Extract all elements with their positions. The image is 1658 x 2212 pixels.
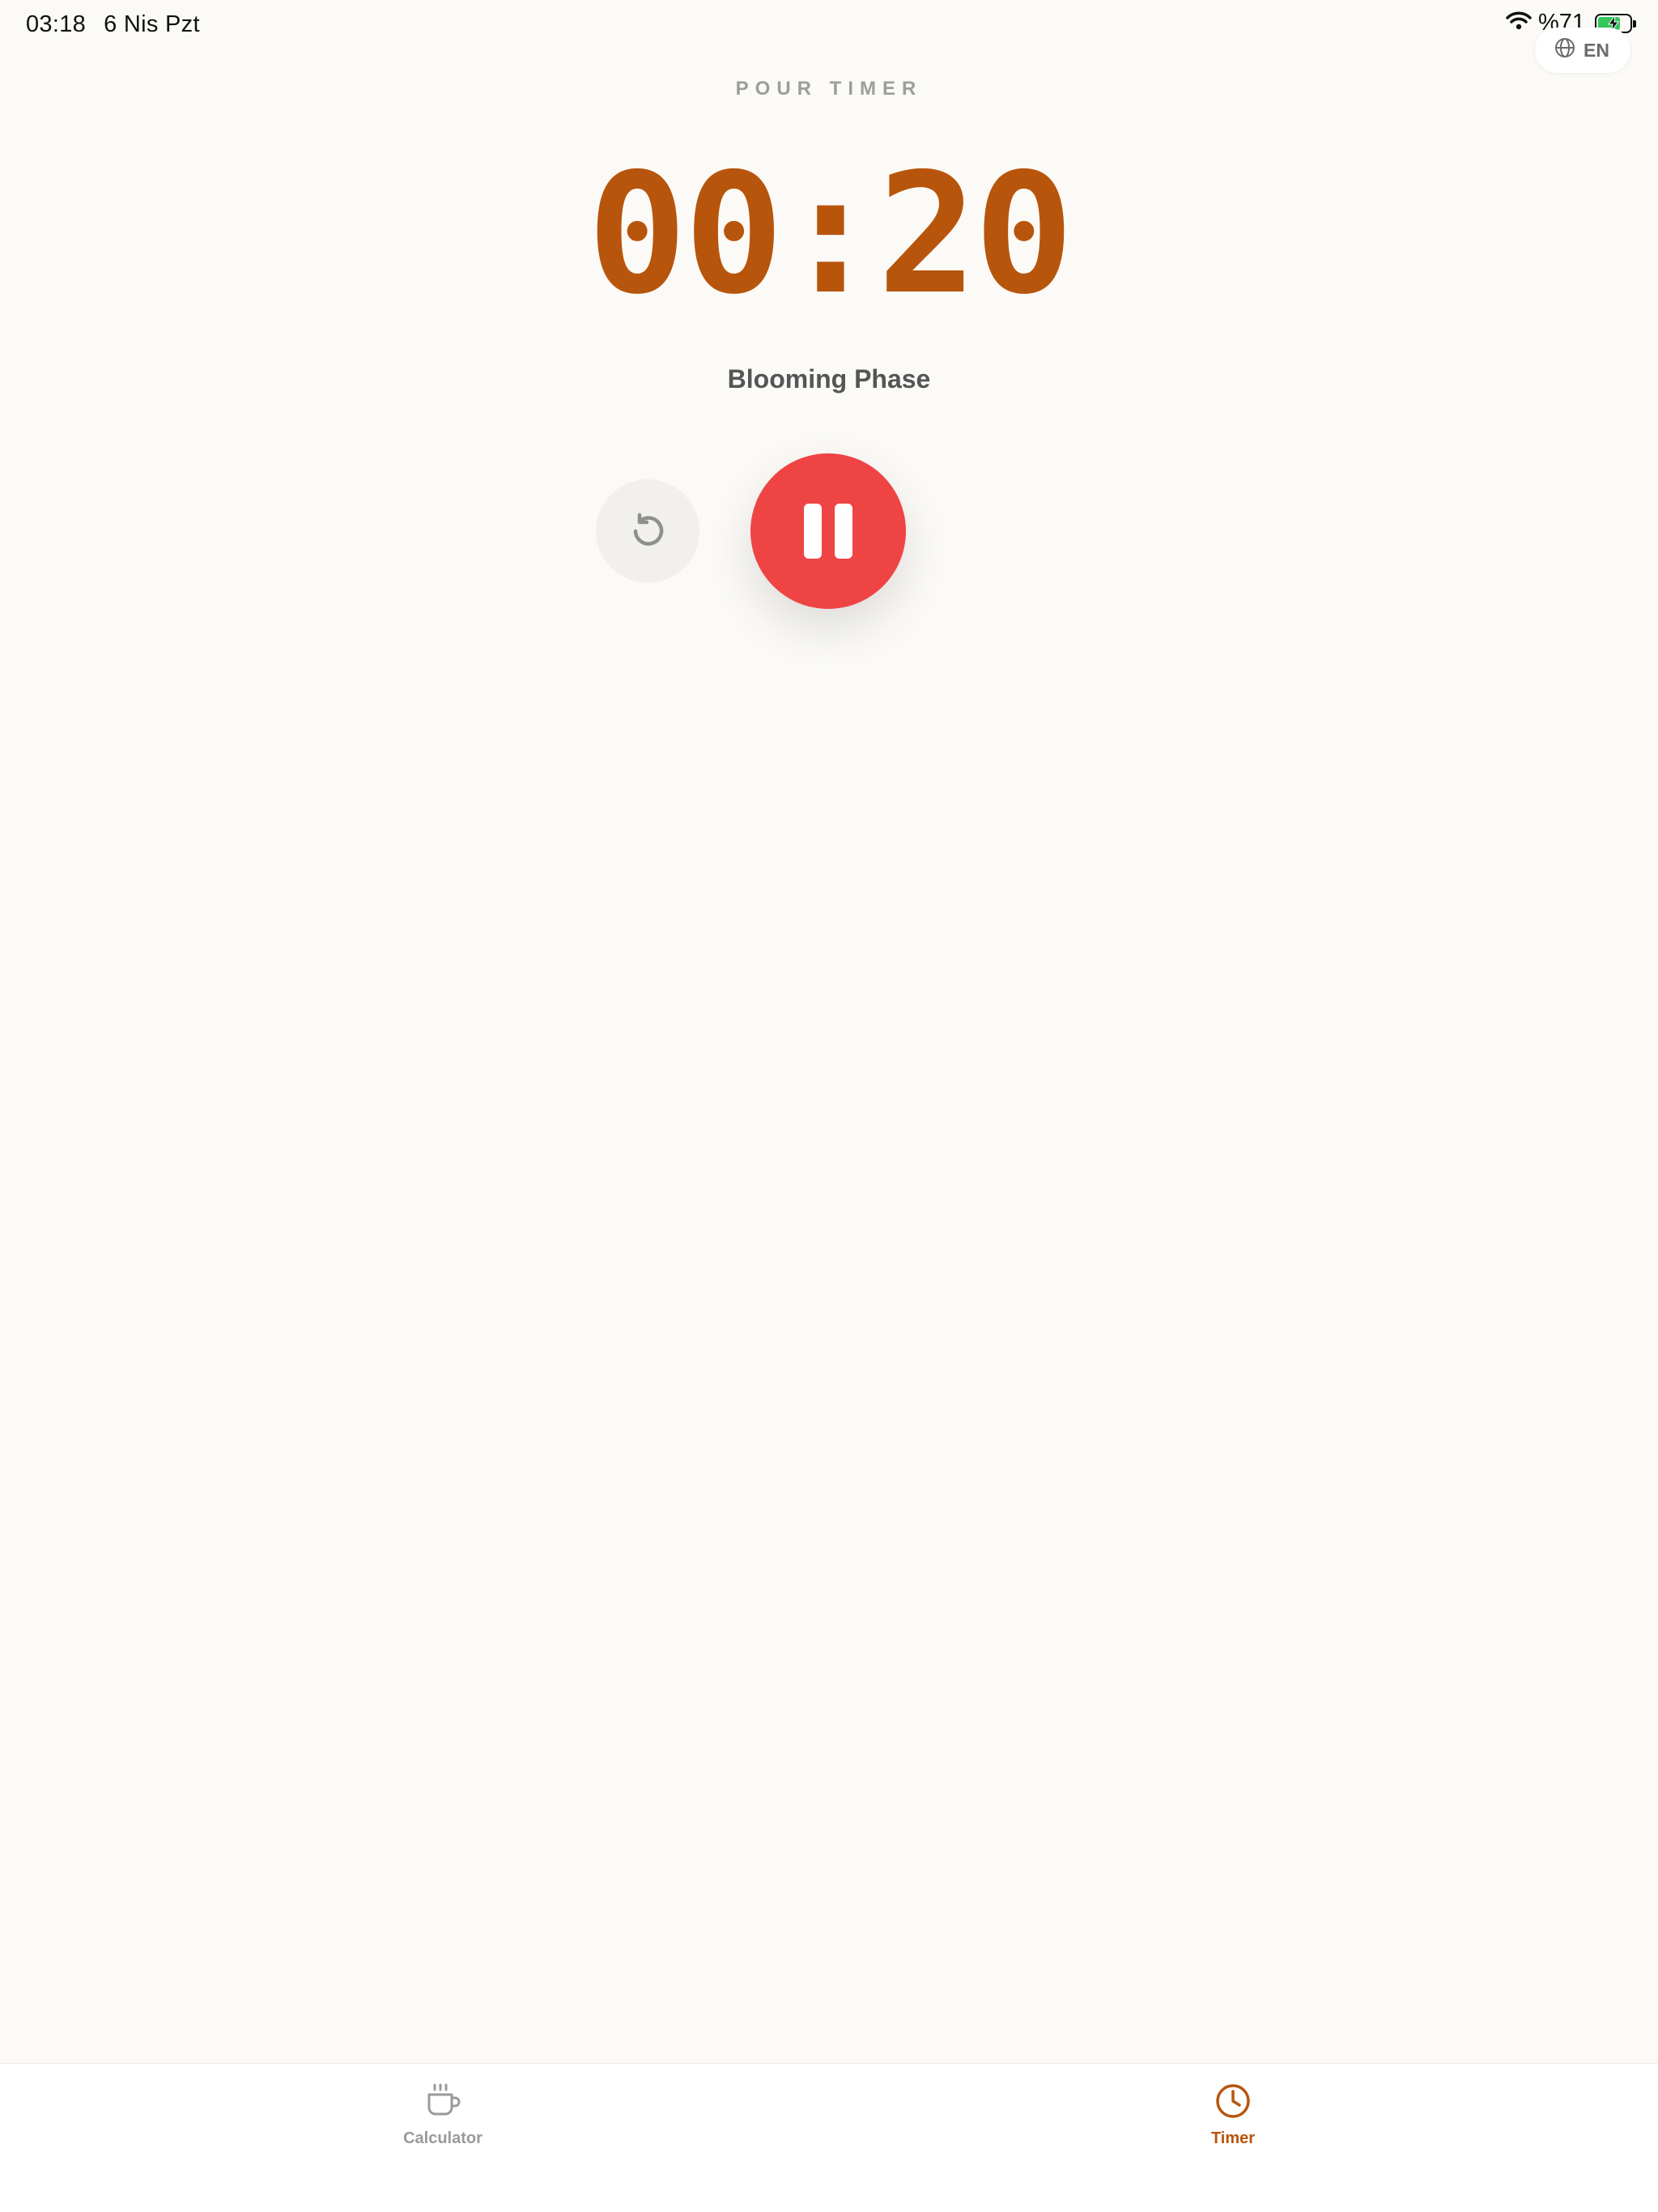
status-date: 6 Nis Pzt — [104, 11, 200, 37]
status-time: 03:18 — [26, 11, 87, 37]
pause-button[interactable] — [750, 453, 906, 609]
page-title: POUR TIMER — [735, 78, 923, 100]
tab-timer[interactable]: Timer — [1152, 2082, 1314, 2148]
reset-button[interactable] — [596, 479, 699, 583]
coffee-cup-icon — [423, 2082, 462, 2125]
globe-icon — [1554, 37, 1575, 63]
clock-icon — [1214, 2082, 1252, 2125]
timer-display: 00:20 — [587, 138, 1073, 331]
language-selector[interactable]: EN — [1535, 28, 1630, 73]
tab-timer-label: Timer — [1210, 2129, 1256, 2147]
reset-icon — [633, 513, 664, 546]
tab-calculator[interactable]: Calculator — [362, 2082, 524, 2148]
phase-label: Blooming Phase — [727, 364, 931, 393]
tab-calculator-label: Calculator — [403, 2129, 483, 2147]
timer-screen: 03:18 6 Nis Pzt %71 EN POUR TIMER 00:20 … — [0, 0, 1658, 2212]
tab-bar: Calculator Timer — [0, 2063, 1658, 2212]
pause-icon — [797, 504, 859, 559]
language-code: EN — [1584, 39, 1609, 61]
status-bar-left: 03:18 6 Nis Pzt — [26, 11, 200, 38]
wifi-icon — [1506, 10, 1532, 36]
battery-nub — [1633, 19, 1636, 28]
